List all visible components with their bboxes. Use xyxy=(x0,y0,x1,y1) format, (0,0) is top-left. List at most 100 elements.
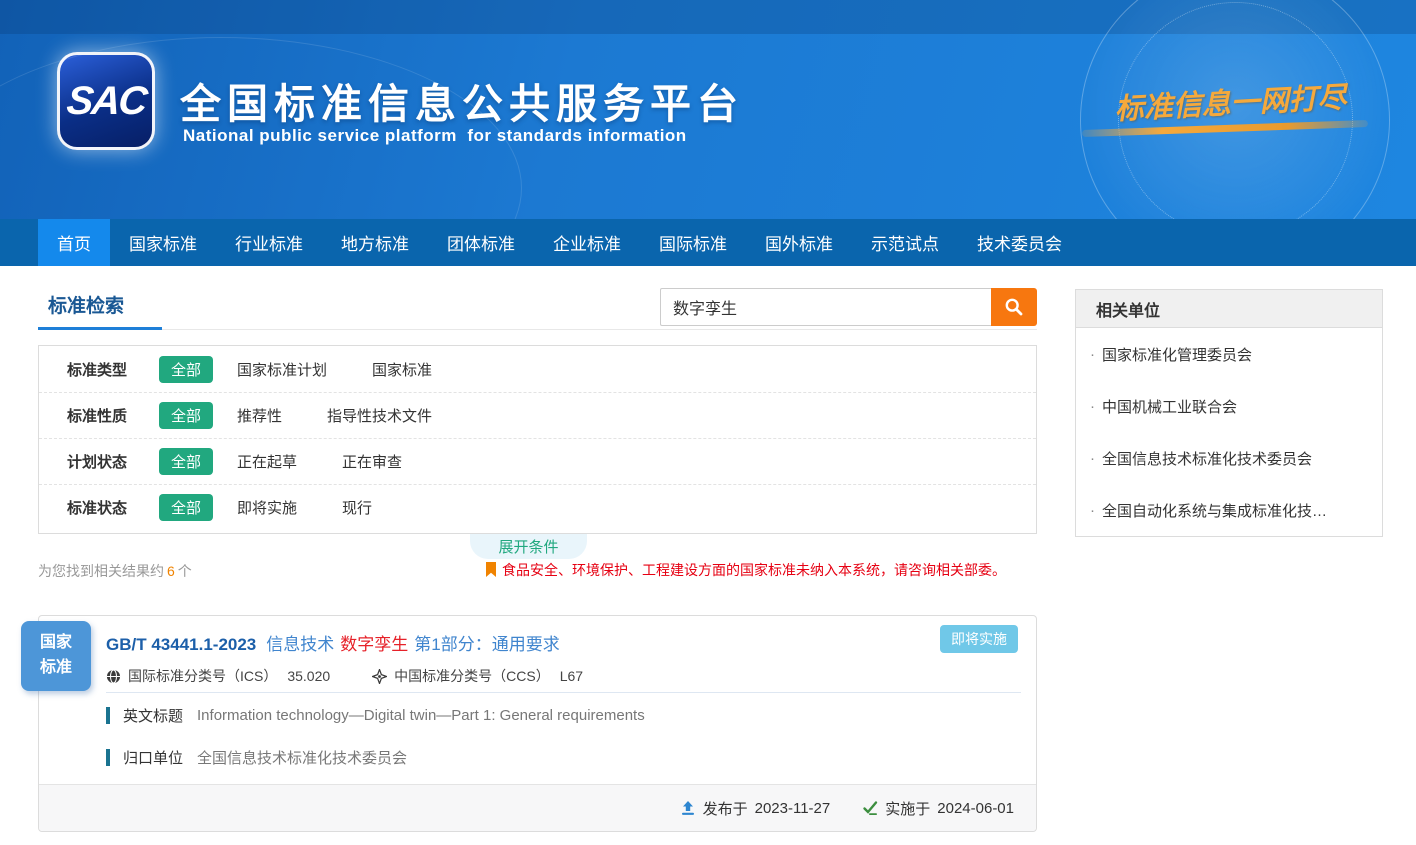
field-committee: 归口单位 全国信息技术标准化技术委员会 xyxy=(106,747,407,768)
filter-option[interactable]: 即将实施 xyxy=(237,497,297,518)
field-english-title: 英文标题 Information technology—Digital twin… xyxy=(106,705,645,726)
nav-tab-enterprise-standards[interactable]: 企业标准 xyxy=(534,219,640,266)
expand-conditions-button[interactable]: 展开条件 xyxy=(470,534,587,559)
filter-row-standard-status: 标准状态 全部 即将实施 现行 xyxy=(39,484,1036,530)
nav-tab-local-standards[interactable]: 地方标准 xyxy=(322,219,428,266)
compass-icon xyxy=(372,669,387,684)
field-marker xyxy=(106,749,110,766)
implemented-date: 2024-06-01 xyxy=(937,800,1014,817)
field-label: 英文标题 xyxy=(123,705,183,726)
bullet: · xyxy=(1090,398,1095,415)
nav-tab-technical-committees[interactable]: 技术委员会 xyxy=(958,219,1081,266)
bullet: · xyxy=(1090,346,1095,363)
ccs-label: 中国标准分类号（CCS） xyxy=(394,666,550,686)
filter-option[interactable]: 推荐性 xyxy=(237,405,282,426)
filter-option[interactable]: 指导性技术文件 xyxy=(327,405,432,426)
sidebar-item-automation-systems-committee[interactable]: · 全国自动化系统与集成标准化技… xyxy=(1076,484,1382,536)
type-badge-line2: 标准 xyxy=(40,656,72,681)
system-notice: 食品安全、环境保护、工程建设方面的国家标准未纳入本系统，请咨询相关部委。 xyxy=(485,560,1012,580)
filter-option[interactable]: 正在审查 xyxy=(342,451,402,472)
nav-tab-international-standards[interactable]: 国际标准 xyxy=(640,219,746,266)
nav-tab-group-standards[interactable]: 团体标准 xyxy=(428,219,534,266)
site-title: 全国标准信息公共服务平台 xyxy=(180,70,744,130)
ccs-group: 中国标准分类号（CCS） L67 xyxy=(372,666,583,686)
standard-title-part2: 第1部分：通用要求 xyxy=(414,635,559,654)
filter-label: 标准类型 xyxy=(67,359,159,380)
related-units-title: 相关单位 xyxy=(1076,290,1382,328)
filter-all-button[interactable]: 全部 xyxy=(159,448,213,475)
ics-value: 35.020 xyxy=(287,668,330,684)
results-summary-suffix: 个 xyxy=(178,563,192,579)
nav-tab-national-standards[interactable]: 国家标准 xyxy=(110,219,216,266)
sac-logo-text: SAC xyxy=(64,79,147,124)
sidebar-item-label: 中国机械工业联合会 xyxy=(1102,396,1237,417)
field-marker xyxy=(106,707,110,724)
bookmark-icon xyxy=(485,562,497,578)
results-summary-prefix: 为您找到相关结果约 xyxy=(38,563,164,579)
upload-icon xyxy=(680,800,696,816)
standard-title-highlight: 数字孪生 xyxy=(340,635,408,654)
filter-option[interactable]: 国家标准计划 xyxy=(237,359,327,380)
field-value: Information technology—Digital twin—Part… xyxy=(197,707,645,724)
globe-icon xyxy=(106,669,121,684)
status-badge: 即将实施 xyxy=(940,625,1018,653)
bullet: · xyxy=(1090,450,1095,467)
ics-group: 国际标准分类号（ICS） 35.020 xyxy=(106,666,330,686)
results-summary: 为您找到相关结果约6个 xyxy=(38,561,192,581)
result-card: 国家 标准 GB/T 43441.1-2023 信息技术数字孪生第1部分：通用要求… xyxy=(38,615,1037,832)
standard-type-badge: 国家 标准 xyxy=(21,621,91,691)
ics-label: 国际标准分类号（ICS） xyxy=(128,666,277,686)
nav-tab-pilot[interactable]: 示范试点 xyxy=(852,219,958,266)
filter-option[interactable]: 现行 xyxy=(342,497,372,518)
main-nav: 首页 国家标准 行业标准 地方标准 团体标准 企业标准 国际标准 国外标准 示范… xyxy=(0,219,1416,266)
nav-tab-foreign-standards[interactable]: 国外标准 xyxy=(746,219,852,266)
type-badge-line1: 国家 xyxy=(40,631,72,656)
section-title-underline xyxy=(38,327,162,330)
filter-row-plan-status: 计划状态 全部 正在起草 正在审查 xyxy=(39,438,1036,484)
search-input[interactable] xyxy=(660,288,991,326)
search-icon xyxy=(1004,297,1024,317)
filter-all-button[interactable]: 全部 xyxy=(159,356,213,383)
filter-label: 标准性质 xyxy=(67,405,159,426)
check-icon xyxy=(862,800,878,816)
filter-panel: 标准类型 全部 国家标准计划 国家标准 标准性质 全部 推荐性 指导性技术文件 … xyxy=(38,345,1037,534)
filter-label: 标准状态 xyxy=(67,497,159,518)
published-label: 发布于 xyxy=(703,798,748,819)
sidebar-item-sac[interactable]: · 国家标准化管理委员会 xyxy=(1076,328,1382,380)
sidebar-item-label: 全国信息技术标准化技术委员会 xyxy=(1102,448,1312,469)
filter-option[interactable]: 国家标准 xyxy=(372,359,432,380)
standard-title-link[interactable]: GB/T 43441.1-2023 信息技术数字孪生第1部分：通用要求 xyxy=(106,630,560,655)
filter-option[interactable]: 正在起草 xyxy=(237,451,297,472)
bullet: · xyxy=(1090,502,1095,519)
section-divider xyxy=(38,329,1037,330)
related-units-panel: 相关单位 · 国家标准化管理委员会 · 中国机械工业联合会 · 全国信息技术标准… xyxy=(1075,289,1383,537)
ccs-value: L67 xyxy=(560,668,583,684)
sidebar-item-it-standardization-committee[interactable]: · 全国信息技术标准化技术委员会 xyxy=(1076,432,1382,484)
nav-tab-industry-standards[interactable]: 行业标准 xyxy=(216,219,322,266)
sidebar-item-label: 国家标准化管理委员会 xyxy=(1102,344,1252,365)
filter-row-standard-nature: 标准性质 全部 推荐性 指导性技术文件 xyxy=(39,392,1036,438)
standard-title-part1: 信息技术 xyxy=(266,635,334,654)
field-value: 全国信息技术标准化技术委员会 xyxy=(197,747,407,768)
filter-label: 计划状态 xyxy=(67,451,159,472)
nav-tab-home[interactable]: 首页 xyxy=(38,219,110,266)
sidebar-item-label: 全国自动化系统与集成标准化技… xyxy=(1102,500,1327,521)
results-count: 6 xyxy=(167,563,175,579)
sidebar-item-machinery-federation[interactable]: · 中国机械工业联合会 xyxy=(1076,380,1382,432)
card-divider xyxy=(106,692,1021,693)
implemented-label: 实施于 xyxy=(885,798,930,819)
site-header: SAC 全国标准信息公共服务平台 National public service… xyxy=(0,0,1416,219)
card-footer: 发布于 2023-11-27 实施于 2024-06-01 xyxy=(39,784,1036,831)
filter-all-button[interactable]: 全部 xyxy=(159,402,213,429)
published-date-group: 发布于 2023-11-27 xyxy=(680,798,831,819)
notice-text: 食品安全、环境保护、工程建设方面的国家标准未纳入本系统，请咨询相关部委。 xyxy=(502,560,1006,580)
field-label: 归口单位 xyxy=(123,747,183,768)
section-title-standard-search: 标准检索 xyxy=(48,291,124,318)
standard-code: GB/T 43441.1-2023 xyxy=(106,635,256,654)
search-button[interactable] xyxy=(991,288,1037,326)
classification-row: 国际标准分类号（ICS） 35.020 中国标准分类号（CCS） L67 xyxy=(106,666,625,686)
filter-all-button[interactable]: 全部 xyxy=(159,494,213,521)
filter-row-standard-type: 标准类型 全部 国家标准计划 国家标准 xyxy=(39,346,1036,392)
sac-logo: SAC xyxy=(57,52,155,150)
implemented-date-group: 实施于 2024-06-01 xyxy=(862,798,1014,819)
